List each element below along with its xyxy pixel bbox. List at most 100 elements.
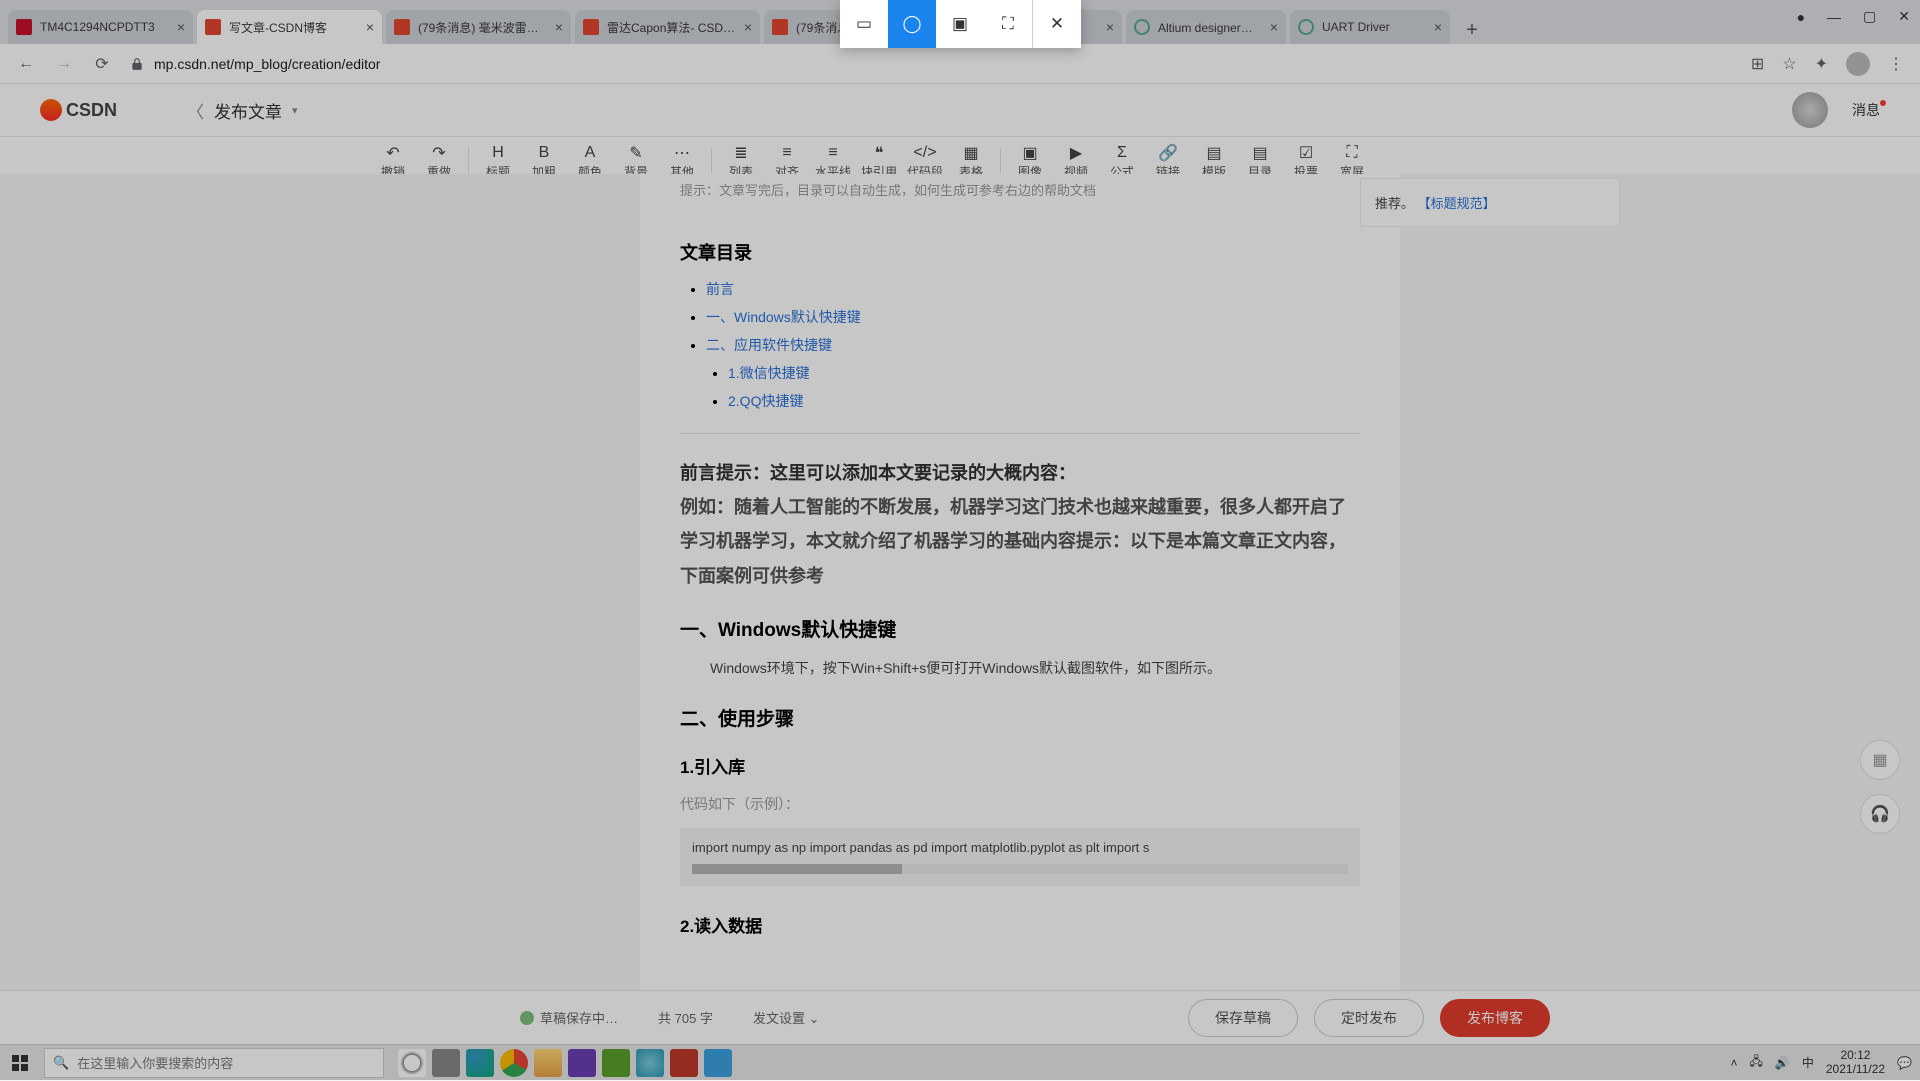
task-chrome-icon[interactable] <box>500 1049 528 1077</box>
editor-paper[interactable]: 提示：文章写完后，目录可以自动生成，如何生成可参考右边的帮助文档 文章目录 前言… <box>640 174 1400 1026</box>
browser-tab[interactable]: (79条消息) 毫米波雷… × <box>386 10 571 44</box>
url-field[interactable]: mp.csdn.net/mp_blog/creation/editor <box>130 56 1751 72</box>
profile-avatar[interactable] <box>1846 52 1870 76</box>
favicon-ti <box>16 19 32 35</box>
snip-window-button[interactable]: ▣ <box>936 0 984 48</box>
tab-close-icon[interactable]: × <box>744 19 752 35</box>
messages-link[interactable]: 消息 <box>1852 100 1880 120</box>
qr-icon[interactable]: ▦ <box>1860 740 1900 780</box>
snip-rect-button[interactable]: ▭ <box>840 0 888 48</box>
tray-ime[interactable]: 中 <box>1802 1054 1814 1071</box>
browser-tab[interactable]: 雷达Capon算法- CSD… × <box>575 10 760 44</box>
section-1-heading: 一、Windows默认快捷键 <box>680 615 1360 642</box>
toolbar-icon: ▣ <box>1022 143 1037 163</box>
browser-tab[interactable]: UART Driver × <box>1290 10 1450 44</box>
window-close-icon[interactable]: ✕ <box>1898 8 1910 25</box>
toolbar-icon: ▶ <box>1070 143 1082 163</box>
new-tab-button[interactable]: + <box>1458 16 1486 44</box>
task-app-icon[interactable] <box>602 1049 630 1077</box>
csdn-header: CSDN 〈 发布文章 ▾ 消息 <box>0 84 1920 136</box>
user-avatar[interactable] <box>1792 92 1828 128</box>
task-view-icon[interactable] <box>432 1049 460 1077</box>
toc-link[interactable]: 1.微信快捷键 <box>728 365 810 381</box>
reload-button[interactable]: ⟳ <box>92 54 112 74</box>
window-minimize-icon[interactable]: — <box>1827 9 1841 25</box>
toolbar-icon: ❝ <box>875 143 884 163</box>
browser-tab[interactable]: Altium designer如何… × <box>1126 10 1286 44</box>
snip-freeform-button[interactable]: ◯ <box>888 0 936 48</box>
toc-link[interactable]: 2.QQ快捷键 <box>728 393 803 409</box>
toolbar-icon: A <box>585 143 596 163</box>
forward-button[interactable]: → <box>54 54 74 74</box>
back-button[interactable]: ← <box>16 54 36 74</box>
tab-close-icon[interactable]: × <box>366 19 374 35</box>
csdn-logo-text: CSDN <box>66 100 117 121</box>
scrollbar-thumb[interactable] <box>692 864 902 874</box>
messages-label: 消息 <box>1852 102 1880 118</box>
tab-close-icon[interactable]: × <box>555 19 563 35</box>
task-cortana-icon[interactable] <box>398 1049 426 1077</box>
favicon-globe <box>1298 19 1314 35</box>
tab-close-icon[interactable]: × <box>1434 19 1442 35</box>
code-scrollbar[interactable] <box>692 864 1348 874</box>
tray-network-icon[interactable]: 🖧 <box>1750 1052 1763 1073</box>
csdn-logo[interactable]: CSDN <box>40 99 117 121</box>
schedule-button[interactable]: 定时发布 <box>1314 999 1424 1037</box>
toolbar-separator <box>711 148 712 174</box>
task-edge-icon[interactable] <box>466 1049 494 1077</box>
lock-icon <box>130 57 144 71</box>
tab-close-icon[interactable]: × <box>177 19 185 35</box>
draft-status: 草稿保存中… <box>520 1008 618 1027</box>
toolbar-icon: ⋯ <box>674 143 690 163</box>
extensions-icon[interactable]: ✦ <box>1815 54 1828 74</box>
tab-close-icon[interactable]: × <box>1270 19 1278 35</box>
bookmark-icon[interactable]: ☆ <box>1782 54 1796 74</box>
title-spec-link[interactable]: 【标题规范】 <box>1418 196 1496 211</box>
breadcrumb[interactable]: 〈 发布文章 ▾ <box>187 98 298 123</box>
chevron-down-icon: ⌄ <box>809 1011 820 1026</box>
taskbar-search[interactable]: 🔍 在这里输入你要搜索的内容 <box>44 1048 384 1078</box>
task-app-icon[interactable] <box>670 1049 698 1077</box>
publish-settings[interactable]: 发文设置 ⌄ <box>753 1008 820 1027</box>
support-icon[interactable]: 🎧 <box>1860 794 1900 834</box>
toc-link[interactable]: 二、应用软件快捷键 <box>706 337 832 353</box>
tab-close-icon[interactable]: × <box>1106 19 1114 35</box>
save-draft-button[interactable]: 保存草稿 <box>1188 999 1298 1037</box>
window-maximize-icon[interactable]: ▢ <box>1863 8 1876 25</box>
task-explorer-icon[interactable] <box>534 1049 562 1077</box>
draft-status-text: 草稿保存中… <box>540 1008 618 1027</box>
tray-date: 2021/11/22 <box>1826 1063 1885 1076</box>
browser-tab-active[interactable]: 写文章-CSDN博客 × <box>197 10 382 44</box>
tray-notifications-icon[interactable]: 💬 <box>1897 1056 1912 1070</box>
favicon-csdn <box>205 19 221 35</box>
toc-link[interactable]: 一、Windows默认快捷键 <box>706 309 861 325</box>
taskbar-apps <box>398 1049 732 1077</box>
tab-title: UART Driver <box>1322 20 1428 34</box>
kebab-menu-icon[interactable]: ⋮ <box>1888 54 1904 74</box>
tray-clock[interactable]: 20:12 2021/11/22 <box>1826 1049 1885 1075</box>
favicon-globe <box>1134 19 1150 35</box>
tray-volume-icon[interactable]: 🔊 <box>1775 1056 1790 1070</box>
search-icon: 🔍 <box>53 1055 69 1071</box>
browser-account-icon[interactable]: ● <box>1797 9 1805 25</box>
task-app-icon[interactable] <box>636 1049 664 1077</box>
toolbar-icon: Σ <box>1117 143 1127 163</box>
tray-chevron-icon[interactable]: ˄ <box>1731 1056 1738 1070</box>
url-text: mp.csdn.net/mp_blog/creation/editor <box>154 56 380 72</box>
status-ok-icon <box>520 1011 534 1025</box>
task-app-icon[interactable] <box>568 1049 596 1077</box>
publish-settings-label: 发文设置 <box>753 1011 805 1026</box>
tray-time: 20:12 <box>1826 1049 1885 1062</box>
toolbar-icon: ✎ <box>629 143 642 163</box>
browser-tab[interactable]: TM4C1294NCPDTT3 × <box>8 10 193 44</box>
toc-link[interactable]: 前言 <box>706 281 734 297</box>
favicon-csdn <box>394 19 410 35</box>
snip-close-button[interactable]: ✕ <box>1033 0 1081 48</box>
publish-button[interactable]: 发布博客 <box>1440 999 1550 1037</box>
install-icon[interactable]: ⊞ <box>1751 54 1764 74</box>
task-app-icon[interactable] <box>704 1049 732 1077</box>
code-block[interactable]: import numpy as np import pandas as pd i… <box>680 828 1360 886</box>
windows-taskbar: 🔍 在这里输入你要搜索的内容 ˄ 🖧 🔊 中 20:12 2021/11/22 … <box>0 1044 1920 1080</box>
snip-fullscreen-button[interactable]: ⛶ <box>984 0 1032 48</box>
start-button[interactable] <box>0 1045 40 1081</box>
